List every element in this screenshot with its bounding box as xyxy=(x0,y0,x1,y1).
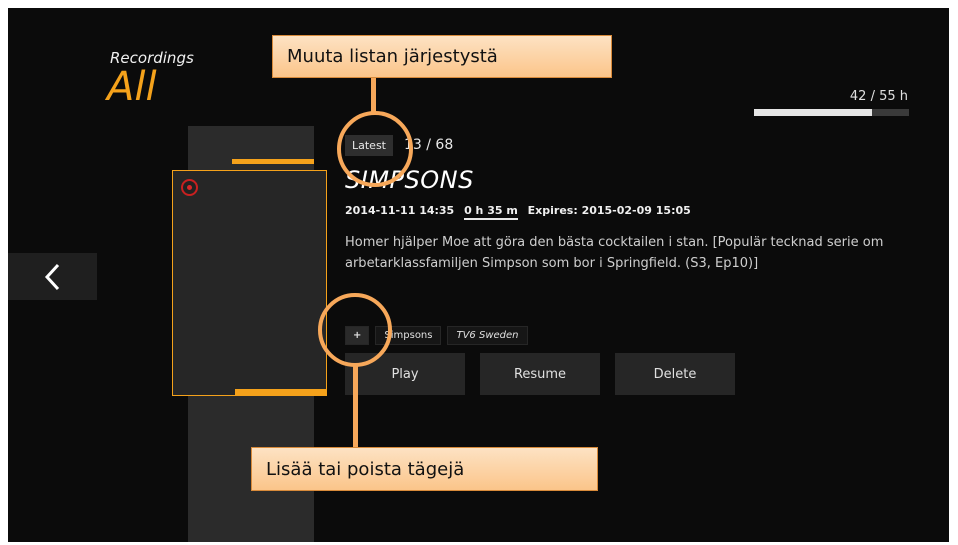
program-description: Homer hjälper Moe att göra den bästa coc… xyxy=(345,235,884,271)
action-buttons: Play Resume Delete xyxy=(345,353,735,395)
storage-usage-fill xyxy=(754,109,872,116)
focused-recording-card[interactable] xyxy=(172,170,327,396)
card-progress-bar xyxy=(235,389,326,395)
recordings-screen: Recordings All 42 / 55 h Latest 13 / 68 … xyxy=(8,8,949,542)
recording-meta: 2014-11-11 14:35 0 h 35 m Expires: 2015-… xyxy=(345,204,697,220)
storage-usage-text: 42 / 55 h xyxy=(849,89,908,104)
previous-item-progress xyxy=(232,159,314,164)
tags-callout-stem xyxy=(353,365,358,448)
recording-duration: 0 h 35 m xyxy=(464,204,518,220)
recording-indicator-icon xyxy=(181,179,198,196)
storage-usage-bar xyxy=(754,109,909,116)
resume-button[interactable]: Resume xyxy=(480,353,600,395)
delete-button[interactable]: Delete xyxy=(615,353,735,395)
sort-callout: Muuta listan järjestystä xyxy=(272,35,612,78)
tag-channel[interactable]: TV6 Sweden xyxy=(447,326,528,345)
tags-highlight-ring xyxy=(318,293,392,367)
expiry-date: Expires: 2015-02-09 15:05 xyxy=(527,204,691,217)
filter-title[interactable]: All xyxy=(107,67,157,107)
sort-callout-stem xyxy=(371,75,376,113)
sort-highlight-ring xyxy=(337,111,413,187)
back-button[interactable] xyxy=(8,253,97,300)
recording-datetime: 2014-11-11 14:35 xyxy=(345,204,455,217)
tags-callout: Lisää tai poista tägejä xyxy=(251,447,598,491)
chevron-left-icon xyxy=(44,263,59,290)
